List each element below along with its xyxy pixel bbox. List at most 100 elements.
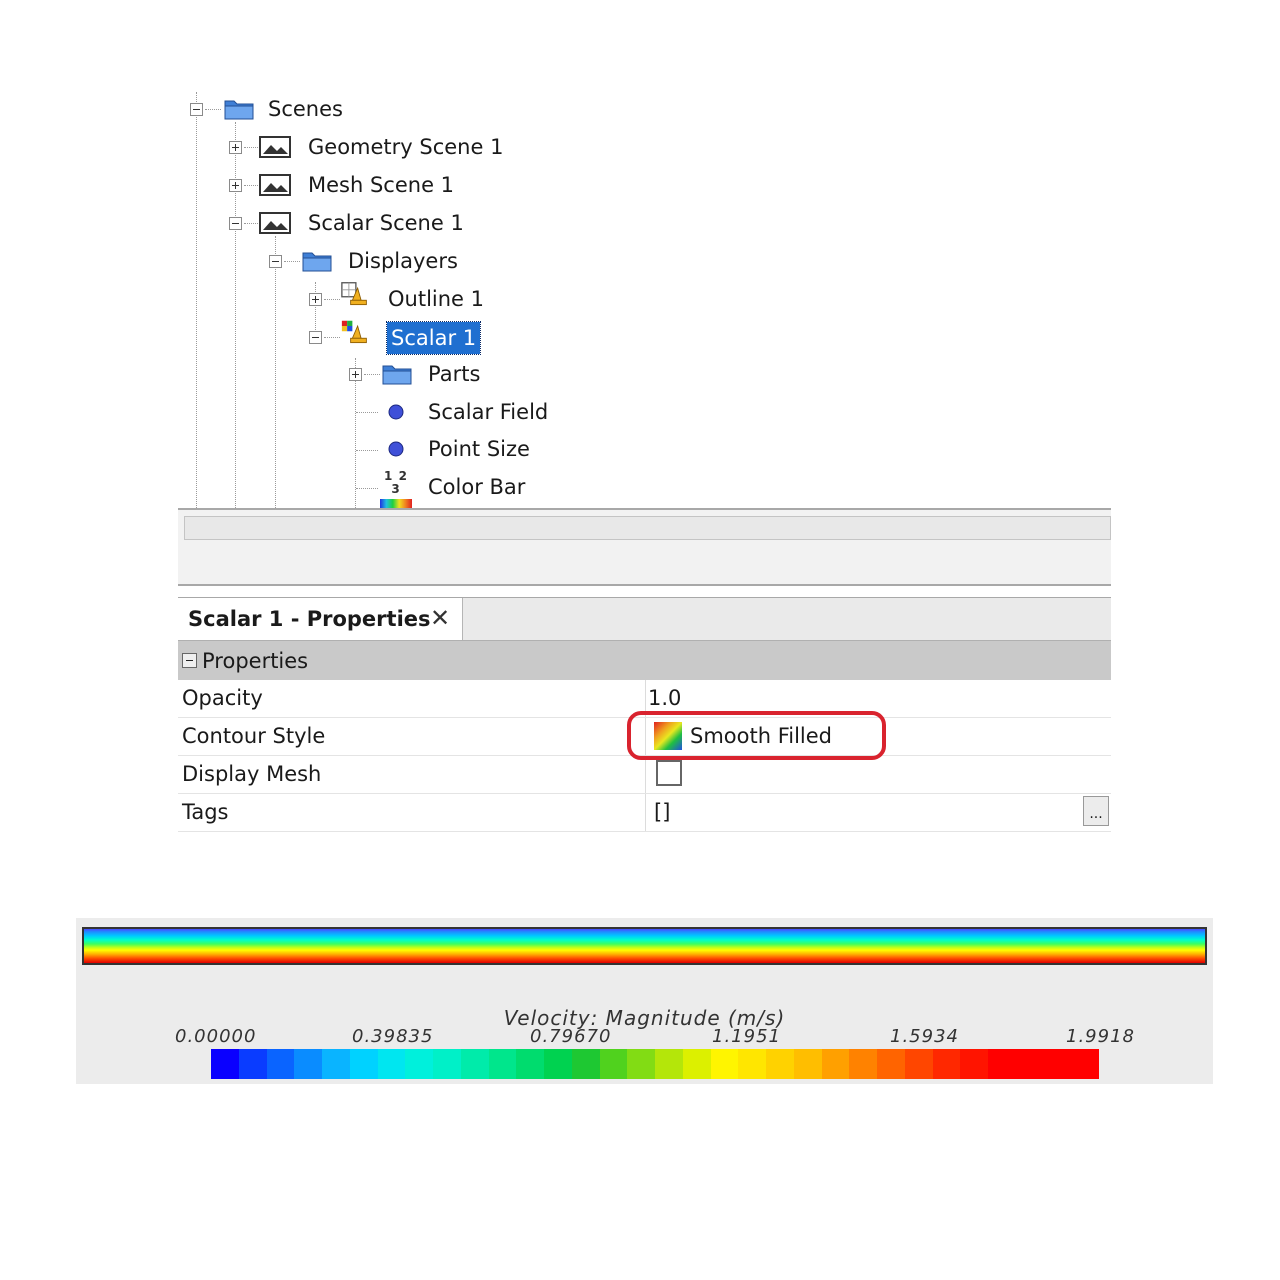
- expand-mesh-scene-toggle[interactable]: [229, 179, 242, 192]
- folder-icon: [224, 100, 254, 120]
- properties-tab-title: Scalar 1 - Properties: [188, 607, 431, 631]
- horizontal-scrollbar-panel: [178, 508, 1111, 586]
- property-row-contour-style: Contour Style Smooth Filled: [178, 718, 1111, 756]
- legend-color-swatch: [571, 1049, 600, 1079]
- column-divider: [645, 756, 646, 793]
- properties-tab[interactable]: Scalar 1 - Properties ✕: [178, 598, 463, 640]
- legend-tick-label: 1.1951: [712, 1026, 781, 1047]
- legend-color-swatch: [377, 1049, 406, 1079]
- properties-section-label: Properties: [202, 649, 309, 673]
- legend-color-swatch: [488, 1049, 517, 1079]
- tree-item-scenes[interactable]: Scenes: [266, 95, 345, 123]
- tree-item-scalar-1[interactable]: Scalar 1: [385, 321, 482, 355]
- collapse-scalar-1-toggle[interactable]: [309, 331, 322, 344]
- legend-color-swatch: [266, 1049, 295, 1079]
- legend-color-swatch: [405, 1049, 433, 1079]
- tree-item-color-bar[interactable]: Color Bar: [426, 473, 527, 501]
- properties-tab-bar: Scalar 1 - Properties ✕: [178, 598, 1111, 640]
- collapse-scalar-scene-toggle[interactable]: [229, 217, 242, 230]
- tree-connector: [275, 236, 276, 508]
- tree-connector: [196, 92, 197, 508]
- property-name: Contour Style: [182, 724, 326, 748]
- properties-section-header: Properties: [178, 640, 1111, 680]
- legend-tick-label: 0.79670: [530, 1026, 612, 1047]
- legend-tick-label: 1.9918: [1066, 1026, 1135, 1047]
- legend-color-swatch: [627, 1049, 655, 1079]
- legend-color-swatch: [349, 1049, 378, 1079]
- scalar-gradient-bar: [82, 927, 1207, 965]
- column-divider: [645, 718, 646, 755]
- legend-color-swatch: [599, 1049, 628, 1079]
- legend-color-swatch: [238, 1049, 267, 1079]
- legend-color-swatch: [655, 1049, 683, 1079]
- legend-color-swatch: [544, 1049, 572, 1079]
- expand-outline-toggle[interactable]: [309, 293, 322, 306]
- panel-splitter[interactable]: [178, 586, 1111, 598]
- legend-color-swatch: [932, 1049, 961, 1079]
- scene-image-icon: [259, 174, 291, 196]
- legend-color-swatch: [1043, 1049, 1072, 1079]
- tree-item-parts[interactable]: Parts: [426, 360, 482, 388]
- folder-icon: [382, 365, 412, 385]
- legend-color-swatch: [516, 1049, 544, 1079]
- scene-image-icon: [259, 136, 291, 158]
- legend-color-swatch: [988, 1049, 1016, 1079]
- tree-connector: [356, 412, 378, 413]
- outline-displayer-icon: [341, 282, 367, 306]
- legend-color-swatch: [793, 1049, 822, 1079]
- collapse-section-icon[interactable]: [182, 653, 197, 668]
- column-divider: [645, 794, 646, 831]
- close-icon[interactable]: ✕: [430, 606, 450, 630]
- legend-color-swatch: [682, 1049, 711, 1079]
- tree-connector: [356, 488, 378, 489]
- legend-tick-label: 0.00000: [175, 1026, 257, 1047]
- tree-connector: [205, 109, 221, 110]
- horizontal-scrollbar[interactable]: [184, 516, 1111, 540]
- display-mesh-checkbox[interactable]: [656, 760, 682, 786]
- scene-tree: Scenes Geometry Scene 1 Mesh Scene 1 Sca…: [178, 92, 1111, 509]
- expand-geometry-scene-toggle[interactable]: [229, 141, 242, 154]
- scene-image-icon: [259, 212, 291, 234]
- property-name: Tags: [182, 800, 229, 824]
- opacity-value[interactable]: 1.0: [648, 686, 681, 710]
- legend-color-swatch: [821, 1049, 850, 1079]
- legend-color-swatch: [904, 1049, 933, 1079]
- property-dot-icon: [388, 441, 404, 457]
- legend-color-swatch: [211, 1049, 239, 1079]
- legend-color-swatch: [294, 1049, 322, 1079]
- legend-color-swatch: [1071, 1049, 1099, 1079]
- property-dot-icon: [388, 404, 404, 420]
- tree-connector: [364, 374, 380, 375]
- contour-style-value[interactable]: Smooth Filled: [690, 724, 832, 748]
- legend-color-swatch: [738, 1049, 766, 1079]
- color-legend: Velocity: Magnitude (m/s) 0.00000 0.3983…: [76, 918, 1213, 1084]
- tree-item-displayers[interactable]: Displayers: [346, 247, 460, 275]
- column-divider: [645, 680, 646, 717]
- collapse-displayers-toggle[interactable]: [269, 255, 282, 268]
- property-name: Opacity: [182, 686, 263, 710]
- tree-item-geometry-scene-1[interactable]: Geometry Scene 1: [306, 133, 505, 161]
- tree-item-outline-1[interactable]: Outline 1: [386, 285, 486, 313]
- legend-tick-label: 0.39835: [352, 1026, 434, 1047]
- tree-item-point-size[interactable]: Point Size: [426, 435, 532, 463]
- tree-connector: [284, 261, 300, 262]
- legend-color-swatch: [1015, 1049, 1044, 1079]
- tree-item-scalar-field[interactable]: Scalar Field: [426, 398, 550, 426]
- tree-item-mesh-scene-1[interactable]: Mesh Scene 1: [306, 171, 456, 199]
- collapse-scenes-toggle[interactable]: [190, 103, 203, 116]
- legend-color-swatch: [322, 1049, 350, 1079]
- tree-item-scalar-scene-1[interactable]: Scalar Scene 1: [306, 209, 466, 237]
- legend-color-swatch: [433, 1049, 461, 1079]
- expand-parts-toggle[interactable]: [349, 368, 362, 381]
- legend-color-swatch: [460, 1049, 489, 1079]
- property-row-display-mesh: Display Mesh: [178, 756, 1111, 794]
- property-row-opacity: Opacity 1.0: [178, 680, 1111, 718]
- legend-color-swatch: [766, 1049, 794, 1079]
- tags-value[interactable]: []: [654, 800, 670, 824]
- tags-edit-button[interactable]: ...: [1083, 796, 1109, 826]
- legend-color-swatch: [877, 1049, 905, 1079]
- legend-color-swatch: [960, 1049, 988, 1079]
- legend-tick-label: 1.5934: [890, 1026, 959, 1047]
- property-name: Display Mesh: [182, 762, 322, 786]
- scalar-displayer-icon: [341, 320, 367, 344]
